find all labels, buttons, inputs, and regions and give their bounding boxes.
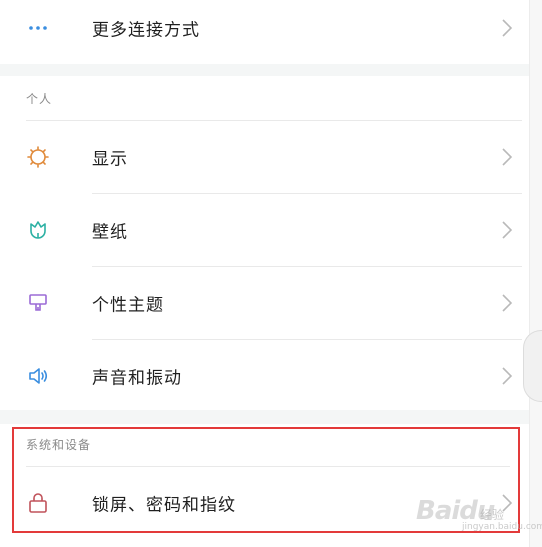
settings-item-label: 声音和振动 <box>92 368 182 389</box>
chevron-right-icon <box>500 292 514 314</box>
sun-icon <box>26 145 50 169</box>
settings-item-label: 个性主题 <box>92 295 164 316</box>
section-gap <box>0 410 530 424</box>
settings-page: 更多连接方式 个人 显示 壁纸 个性主题 声音和振动 系统和设备 锁屏、密码和指… <box>0 0 542 547</box>
watermark-url: jingyan.baidu.com <box>462 522 542 532</box>
settings-item-more-connections[interactable]: 更多连接方式 <box>0 0 530 64</box>
settings-item-sound[interactable]: 声音和振动 <box>0 340 530 412</box>
chevron-right-icon <box>500 17 514 39</box>
scroll-handle[interactable] <box>523 330 542 402</box>
watermark: Baidu 经验 jingyan.baidu.com <box>408 490 542 534</box>
brush-icon <box>26 291 50 315</box>
settings-item-label: 显示 <box>92 149 128 170</box>
chevron-right-icon <box>500 219 514 241</box>
settings-item-display[interactable]: 显示 <box>0 121 530 193</box>
chevron-right-icon <box>500 365 514 387</box>
settings-item-theme[interactable]: 个性主题 <box>0 267 530 339</box>
speaker-icon <box>26 364 50 388</box>
watermark-sub: 经验 <box>480 508 505 522</box>
section-gap <box>0 64 530 76</box>
right-edge-panel <box>529 0 542 547</box>
section-header-personal: 个人 <box>26 92 53 106</box>
chevron-right-icon <box>500 146 514 168</box>
settings-item-label: 壁纸 <box>92 222 128 243</box>
more-dots-icon <box>26 16 50 40</box>
settings-item-wallpaper[interactable]: 壁纸 <box>0 194 530 266</box>
tulip-icon <box>26 218 50 242</box>
settings-item-label: 更多连接方式 <box>92 20 200 41</box>
